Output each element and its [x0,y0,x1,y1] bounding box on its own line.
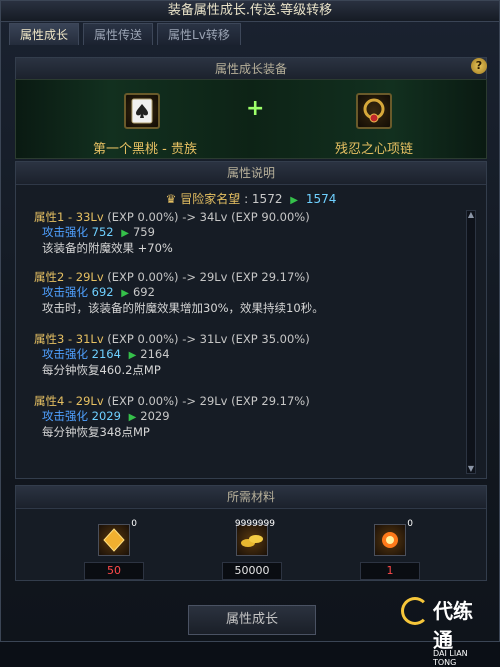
equip-area: + 第一个黑桃 - 贵族 残忍之心项链 [15,79,487,159]
fame-label: 冒险家名望 [180,192,241,206]
gold-crystal-icon: 0 [98,519,137,556]
prop-sub-name: 攻击强化 [42,225,88,239]
prop-exp-to: (EXP 90.00%) [231,210,310,224]
spade-card-icon [131,98,153,124]
arrow-icon: ▶ [128,412,137,423]
materials-header: 所需材料 [16,486,486,509]
prop-exp-to: (EXP 29.17%) [231,270,310,284]
prop-sub-from: 752 [91,225,114,239]
prop-exp-from: (EXP 0.00%) [107,210,179,224]
prop-target: 31Lv [199,332,228,346]
arrow-icon: ▶ [121,228,129,239]
plus-sign: + [246,96,265,121]
fame-row: ♛ 冒险家名望 : 1572 ▶ 1574 [16,190,486,207]
fame-to: 1574 [305,192,337,206]
fire-orb-icon: 0 [374,519,413,556]
prop-sub-from: 2164 [91,347,121,361]
tab-level-transfer[interactable]: 属性Lv转移 [157,23,241,45]
prop-sub-to: 2029 [140,409,170,423]
prop-sub-from: 2029 [91,409,121,423]
prop-sub-name: 攻击强化 [42,347,88,361]
equip-section-header: 属性成长装备 [16,58,486,81]
material-item[interactable]: 0 1 [360,519,420,580]
prop-sub-from: 692 [91,285,114,299]
scroll-down-icon[interactable]: ▼ [467,465,475,473]
prop-sub-to: 692 [132,285,155,299]
prop-arrow: -> [182,210,196,224]
equip-header-panel: 属性成长装备 [15,57,487,81]
prop-arrow: -> [182,332,196,346]
prop-target: 29Lv [199,394,228,408]
property-4: 属性4 - 29Lv (EXP 0.00%) -> 29Lv (EXP 29.1… [34,394,310,440]
fame-from: : 1572 [244,192,283,206]
prop-exp-from: (EXP 0.00%) [107,394,179,408]
prop-target: 34Lv [199,210,228,224]
tab-attribute-growth[interactable]: 属性成长 [9,23,80,45]
property-2: 属性2 - 29Lv (EXP 0.00%) -> 29Lv (EXP 29.1… [34,270,324,316]
prop-note: 攻击时，该装备的附魔效果增加30%，效果持续10秒。 [42,301,324,315]
watermark-logo-icon [401,597,429,625]
material-count: 1 [360,562,420,580]
watermark-subtext: DAI LIAN TONG [433,649,468,667]
prop-head: 属性4 - 29Lv [34,394,104,408]
equip-slot-right[interactable] [356,93,392,129]
left-item-name: 第一个黑桃 - 贵族 [93,142,197,157]
attribute-growth-button[interactable]: 属性成长 [188,605,316,635]
arrow-icon: ▶ [121,288,129,299]
prop-head: 属性3 - 31Lv [34,332,104,346]
tab-bar: 属性成长 属性传送 属性Lv转移 [9,23,241,45]
window-title: 装备属性成长.传送.等级转移 [1,1,499,22]
property-1: 属性1 - 33Lv (EXP 0.00%) -> 34Lv (EXP 90.0… [34,210,310,256]
description-body: ♛ 冒险家名望 : 1572 ▶ 1574 属性1 - 33Lv (EXP 0.… [16,184,486,478]
arrow-icon: ▶ [290,195,298,206]
right-item-name: 残忍之心项链 [334,142,413,157]
prop-arrow: -> [182,394,196,408]
materials-panel: 所需材料 0 50 9999999 50000 0 1 [15,485,487,581]
prop-exp-to: (EXP 29.17%) [231,394,310,408]
prop-target: 29Lv [199,270,228,284]
help-icon[interactable]: ? [471,58,487,74]
description-header: 属性说明 [16,162,486,185]
prop-note: 每分钟恢复460.2点MP [42,363,161,377]
prop-sub-name: 攻击强化 [42,285,88,299]
prop-head: 属性2 - 29Lv [34,270,104,284]
prop-head: 属性1 - 33Lv [34,210,104,224]
material-count: 50 [84,562,144,580]
arrow-icon: ▶ [128,350,137,361]
material-item[interactable]: 0 50 [84,519,144,580]
watermark-logo: 代练通 DAI LIAN TONG [401,595,491,667]
prop-note: 该装备的附魔效果 +70% [42,241,173,255]
prop-exp-to: (EXP 35.00%) [231,332,310,346]
necklace-icon [363,98,385,123]
scroll-up-icon[interactable]: ▲ [467,211,475,219]
prop-note: 每分钟恢复348点MP [42,425,150,439]
prop-sub-name: 攻击强化 [42,409,88,423]
material-item[interactable]: 9999999 50000 [222,519,282,580]
growth-window: 装备属性成长.传送.等级转移 属性成长 属性传送 属性Lv转移 属性成长装备 ?… [0,0,500,667]
material-badge: 0 [131,519,137,529]
prop-exp-from: (EXP 0.00%) [107,332,179,346]
equip-slot-left[interactable] [124,93,160,129]
material-count: 50000 [222,562,282,580]
prop-sub-to: 2164 [140,347,170,361]
prop-arrow: -> [182,270,196,284]
watermark-text: 代练通 [433,599,473,652]
description-panel: 属性说明 ♛ 冒险家名望 : 1572 ▶ 1574 属性1 - 33Lv (E… [15,161,487,479]
prop-exp-from: (EXP 0.00%) [107,270,179,284]
crown-icon: ♛ [165,192,177,206]
prop-sub-to: 759 [132,225,155,239]
gold-coins-icon: 9999999 [235,519,275,556]
description-scrollbar[interactable]: ▲ ▼ [466,210,476,474]
material-badge: 9999999 [234,519,275,529]
material-badge: 0 [407,519,413,529]
tab-attribute-transfer[interactable]: 属性传送 [83,23,154,45]
property-3: 属性3 - 31Lv (EXP 0.00%) -> 31Lv (EXP 35.0… [34,332,310,378]
